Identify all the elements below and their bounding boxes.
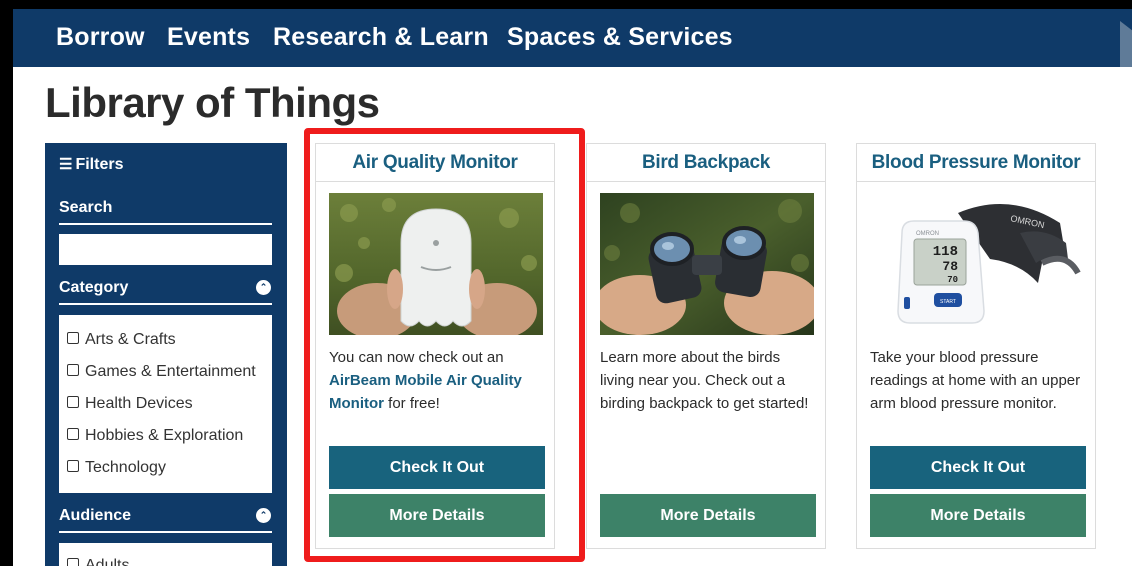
card-description: Take your blood pressure readings at hom… xyxy=(870,349,1081,412)
check-it-out-button[interactable]: Check It Out xyxy=(329,446,545,489)
more-details-button[interactable]: More Details xyxy=(329,494,545,537)
item-card-air-quality-monitor: Air Quality Monitor You can now check ou… xyxy=(315,143,555,549)
page-title: Library of Things xyxy=(45,79,380,126)
more-details-button[interactable]: More Details xyxy=(870,494,1086,537)
search-input[interactable] xyxy=(59,234,272,265)
nav-research-learn[interactable]: Research & Learn xyxy=(273,23,489,52)
audience-divider xyxy=(59,531,272,533)
audience-options: Adults xyxy=(59,543,272,566)
search-divider xyxy=(59,223,272,225)
blood-pressure-monitor-image[interactable]: OMRON OMRON 118 78 70 START xyxy=(870,193,1084,335)
checkbox[interactable] xyxy=(67,428,79,440)
main-navbar: Borrow Events Research & Learn Spaces & … xyxy=(13,9,1132,67)
category-option-hobbies-exploration[interactable]: Hobbies & Exploration xyxy=(67,427,243,445)
card-title[interactable]: Air Quality Monitor xyxy=(316,144,554,182)
checkbox[interactable] xyxy=(67,558,79,566)
nav-scroll-corner xyxy=(1120,21,1132,67)
item-card-blood-pressure-monitor: Blood Pressure Monitor OMRON OMRON 118 7… xyxy=(856,143,1096,549)
option-label: Technology xyxy=(85,459,166,476)
category-collapse-toggle[interactable]: ⌃ xyxy=(256,280,271,295)
card-title[interactable]: Bird Backpack xyxy=(587,144,825,182)
bird-backpack-image[interactable] xyxy=(600,193,814,335)
page: Borrow Events Research & Learn Spaces & … xyxy=(13,9,1132,566)
description-text: You can now check out an xyxy=(329,349,504,366)
list-icon: ☰ xyxy=(59,156,73,173)
category-divider xyxy=(59,303,272,305)
bp-device-brand-text: OMRON xyxy=(916,231,939,237)
bp-systolic-reading: 118 xyxy=(933,244,958,260)
option-label: Games & Entertainment xyxy=(85,363,256,380)
category-option-health-devices[interactable]: Health Devices xyxy=(67,395,193,413)
card-description: Learn more about the birds living near y… xyxy=(600,349,809,412)
category-option-games-entertainment[interactable]: Games & Entertainment xyxy=(67,363,256,381)
window-frame-left xyxy=(0,0,13,566)
checkbox[interactable] xyxy=(67,364,79,376)
category-option-arts-crafts[interactable]: Arts & Crafts xyxy=(67,331,176,349)
audience-collapse-toggle[interactable]: ⌃ xyxy=(256,508,271,523)
audience-label: Audience xyxy=(59,507,132,524)
checkbox[interactable] xyxy=(67,460,79,472)
item-card-bird-backpack: Bird Backpack Learn more about the birds… xyxy=(586,143,826,549)
bp-start-text: START xyxy=(940,299,956,305)
category-option-technology[interactable]: Technology xyxy=(67,459,166,477)
nav-events[interactable]: Events xyxy=(167,23,250,52)
audience-option-adults[interactable]: Adults xyxy=(67,557,129,566)
nav-borrow[interactable]: Borrow xyxy=(56,23,145,52)
nav-spaces-services[interactable]: Spaces & Services xyxy=(507,23,733,52)
checkbox[interactable] xyxy=(67,396,79,408)
bp-diastolic-reading: 78 xyxy=(942,259,958,274)
filters-sidebar: ☰ Filters Search Category ⌃ Arts & Crafts… xyxy=(45,143,287,566)
air-quality-monitor-image[interactable] xyxy=(329,193,543,335)
option-label: Adults xyxy=(85,557,130,566)
description-text: for free! xyxy=(383,395,440,412)
window-frame-top xyxy=(0,0,1132,9)
filters-heading[interactable]: ☰ Filters xyxy=(59,155,123,174)
filters-label: Filters xyxy=(75,156,124,173)
category-label: Category xyxy=(59,279,129,296)
option-label: Hobbies & Exploration xyxy=(85,427,244,444)
bp-pulse-reading: 70 xyxy=(947,275,958,285)
card-description: You can now check out an AirBeam Mobile … xyxy=(329,346,543,415)
search-label: Search xyxy=(59,199,113,216)
option-label: Arts & Crafts xyxy=(85,331,176,348)
check-it-out-button[interactable]: Check It Out xyxy=(870,446,1086,489)
card-title[interactable]: Blood Pressure Monitor xyxy=(857,144,1095,182)
option-label: Health Devices xyxy=(85,395,193,412)
more-details-button[interactable]: More Details xyxy=(600,494,816,537)
checkbox[interactable] xyxy=(67,332,79,344)
category-options: Arts & Crafts Games & Entertainment Heal… xyxy=(59,315,272,493)
